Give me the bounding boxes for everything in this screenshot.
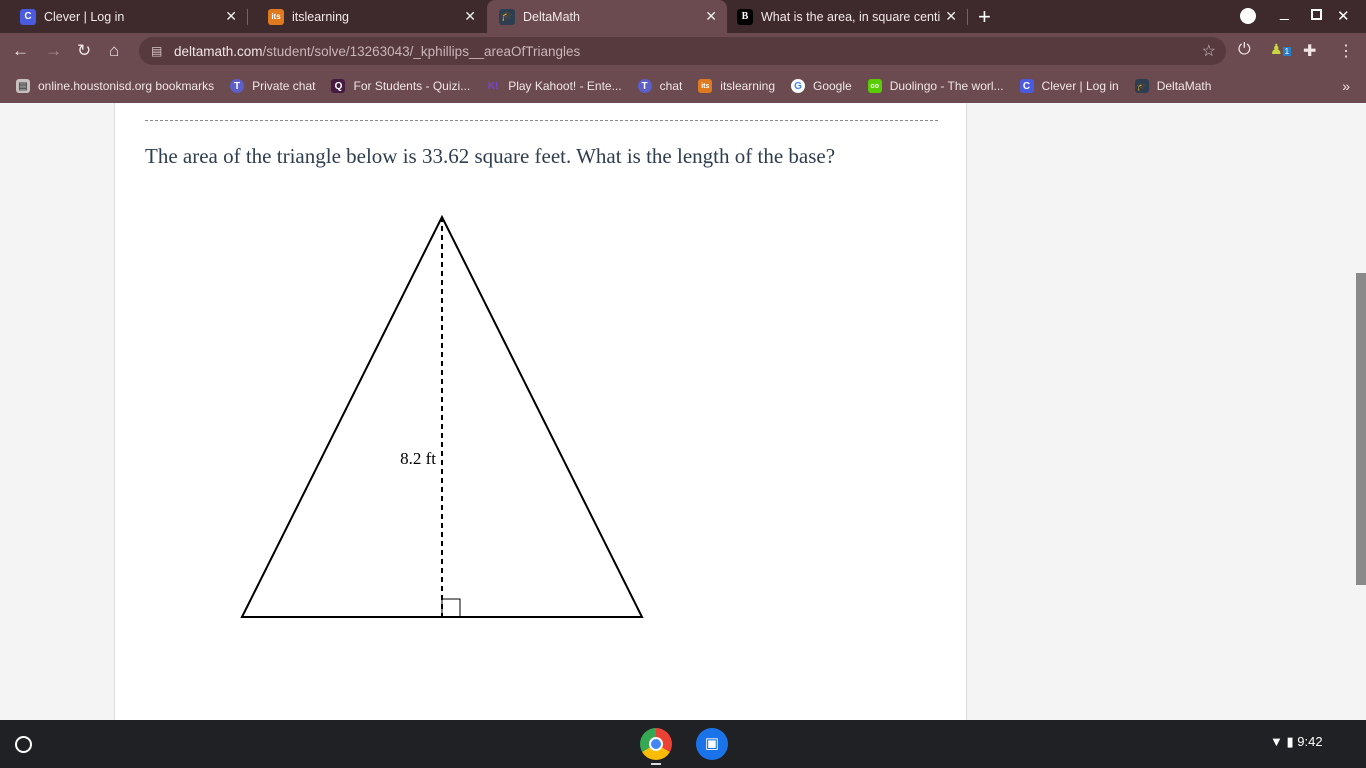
home-button[interactable]: ⌂	[109, 41, 119, 61]
puzzle-extensions-icon[interactable]: ✚	[1303, 41, 1316, 61]
bookmark-star-icon[interactable]: ☆	[1202, 41, 1216, 61]
launcher-button[interactable]	[15, 736, 32, 753]
status-tray[interactable]: ▼ ▮ 9:42	[1270, 734, 1323, 750]
bookmark-item[interactable]: K! Play Kahoot! - Ente...	[486, 79, 622, 93]
bookmark-label: Google	[813, 79, 852, 93]
bookmarks-bar: ▤ online.houstonisd.org bookmarks T Privat…	[0, 69, 1366, 103]
scrollbar[interactable]	[1356, 273, 1366, 585]
kahoot-icon: K!	[487, 80, 499, 92]
tab-strip: C Clever | Log in ✕ its itslearning ✕ 🎓 Delta…	[0, 0, 1366, 33]
url-path: /student/solve/13263043/_kphillips__area…	[262, 43, 581, 59]
close-icon[interactable]: ✕	[945, 8, 957, 25]
tab-label: Clever | Log in	[44, 9, 125, 24]
bookmark-item[interactable]: ▤ online.houstonisd.org bookmarks	[16, 79, 214, 93]
toolbar: ← → ↻ ⌂ ▤ deltamath.com/student/solve/13…	[0, 33, 1366, 69]
folder-icon: ▤	[16, 79, 30, 93]
deltamath-icon: 🎓	[499, 8, 515, 25]
bookmark-label: DeltaMath	[1156, 79, 1212, 93]
power-extension-icon[interactable]: ⏻	[1238, 41, 1251, 59]
url-host: deltamath.com	[174, 43, 263, 59]
duolingo-icon: oo	[867, 79, 882, 93]
deltamath-icon: 🎓	[1134, 79, 1149, 93]
bookmark-item[interactable]: G Google	[791, 79, 852, 93]
quizizz-icon: Q	[331, 79, 346, 93]
teams-icon: T	[637, 79, 652, 93]
chrome-icon[interactable]	[640, 728, 672, 760]
bookmark-item[interactable]: Tchat	[637, 79, 683, 93]
teams-icon: T	[230, 79, 245, 93]
bookmark-label: For Students - Quizi...	[353, 79, 471, 93]
minimize-button[interactable]: _	[1280, 4, 1289, 22]
tab-clever[interactable]: C Clever | Log in ✕	[0, 0, 247, 33]
tab-itslearning[interactable]: its itslearning ✕	[248, 0, 486, 33]
menu-kebab-icon[interactable]: ⋮	[1338, 41, 1354, 61]
clock: 9:42	[1297, 734, 1323, 749]
itslearning-icon: its	[698, 79, 713, 93]
extension-icon[interactable]: ♟ 1	[1270, 41, 1292, 58]
bookmark-label: Private chat	[252, 79, 316, 93]
page-info-icon[interactable]: ▤	[151, 44, 162, 58]
triangle-diagram: 8.2 ft	[240, 214, 644, 618]
problem-card: The area of the triangle below is 33.62 …	[114, 103, 967, 720]
back-button[interactable]: ←	[12, 41, 29, 61]
tab-label: What is the area, in square centi	[761, 9, 941, 24]
active-indicator	[651, 763, 661, 765]
bookmark-item[interactable]: C Clever | Log in	[1019, 79, 1119, 93]
close-icon[interactable]: ✕	[225, 8, 237, 25]
brainly-icon: B	[737, 8, 753, 25]
bookmark-label: Play Kahoot! - Ente...	[508, 79, 622, 93]
page-content: The area of the triangle below is 33.62 …	[0, 103, 1366, 720]
bookmark-label: chat	[659, 79, 683, 93]
tab-divider	[967, 9, 968, 25]
google-icon: G	[791, 79, 805, 93]
wifi-icon: ▼	[1270, 734, 1283, 749]
bookmark-item[interactable]: oo Duolingo - The worl...	[867, 79, 1004, 93]
battery-icon: ▮	[1286, 734, 1294, 749]
tab-brainly[interactable]: B What is the area, in square centi ✕	[727, 0, 967, 33]
more-bookmarks-icon[interactable]: »	[1342, 78, 1350, 94]
new-tab-button[interactable]: +	[978, 4, 991, 30]
forward-button[interactable]: →	[45, 41, 62, 61]
close-window-button[interactable]: ✕	[1337, 7, 1350, 25]
tab-deltamath[interactable]: 🎓 DeltaMath ✕	[487, 0, 727, 33]
reload-button[interactable]: ↻	[77, 41, 91, 61]
tab-label: itslearning	[292, 9, 349, 24]
taskbar: ▣ ▼ ▮ 9:42	[0, 720, 1366, 768]
close-icon[interactable]: ✕	[705, 8, 717, 25]
bookmark-label: itslearning	[720, 79, 775, 93]
itslearning-icon: its	[268, 8, 284, 25]
clever-icon: C	[1019, 79, 1034, 93]
close-icon[interactable]: ✕	[464, 8, 476, 25]
right-angle-marker	[441, 598, 461, 618]
tab-label: DeltaMath	[523, 9, 580, 24]
bookmark-label: Clever | Log in	[1041, 79, 1119, 93]
bookmark-label: Duolingo - The worl...	[889, 79, 1004, 93]
height-label: 8.2 ft	[400, 449, 436, 468]
bookmark-item[interactable]: its itslearning	[698, 79, 775, 93]
restore-button[interactable]	[1311, 9, 1322, 20]
clever-icon: C	[20, 8, 36, 25]
tab-search-button[interactable]	[1240, 8, 1256, 24]
camera-icon[interactable]: ▣	[696, 728, 728, 760]
bookmark-item[interactable]: Q For Students - Quizi...	[331, 79, 470, 93]
bookmark-label: online.houstonisd.org bookmarks	[38, 79, 215, 93]
bookmark-item[interactable]: T Private chat	[230, 79, 315, 93]
extension-badge: 1	[1282, 47, 1292, 56]
address-bar[interactable]: ▤ deltamath.com/student/solve/13263043/_…	[139, 37, 1226, 65]
bookmark-item[interactable]: 🎓 DeltaMath	[1134, 79, 1212, 93]
